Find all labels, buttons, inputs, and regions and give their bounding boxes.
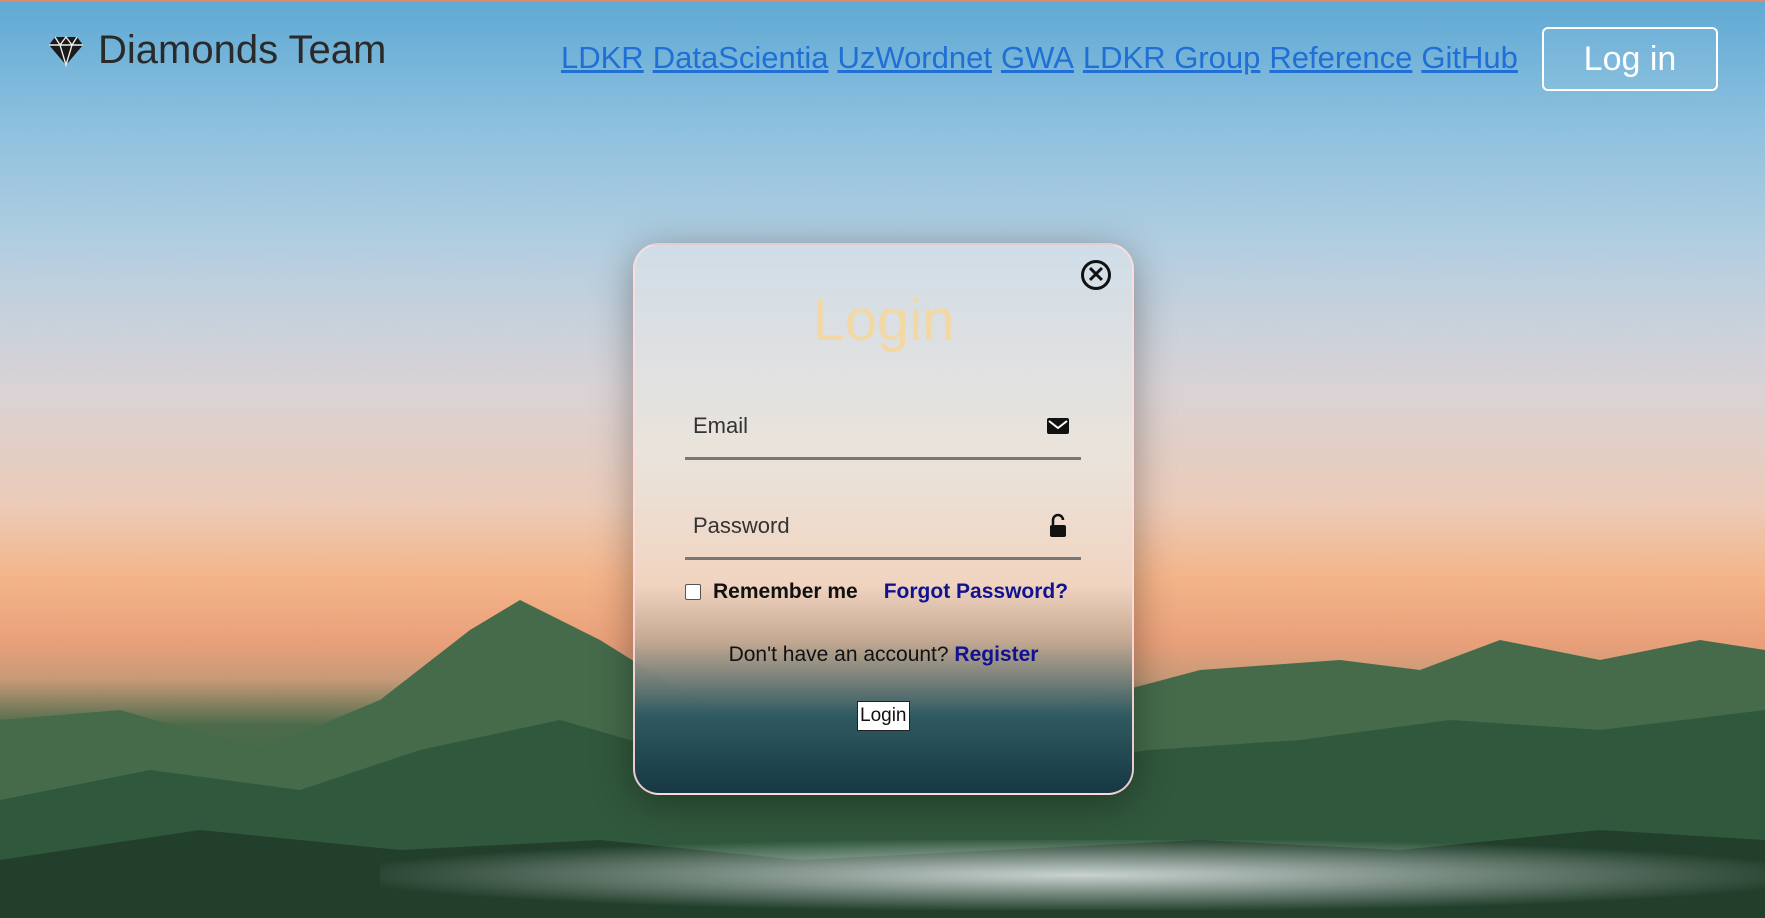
modal-title: Login <box>812 288 955 353</box>
envelope-icon <box>1047 418 1069 434</box>
close-icon[interactable]: ✕ <box>1081 260 1111 290</box>
brand[interactable]: Diamonds Team <box>48 28 386 73</box>
login-modal: ✕ Login Remember me Forgot Password? Don… <box>633 243 1134 795</box>
password-field-wrapper <box>685 501 1081 560</box>
remember-label: Remember me <box>713 580 858 603</box>
nav-link-gwa[interactable]: GWA <box>1001 40 1074 76</box>
lock-icon <box>1050 513 1066 537</box>
remember-checkbox[interactable] <box>685 584 701 600</box>
email-field-wrapper <box>685 401 1081 460</box>
top-nav: LDKR DataScientia UzWordnet GWA LDKR Gro… <box>561 40 1518 76</box>
register-prompt: Don't have an account? <box>728 643 949 666</box>
diamond-icon <box>49 35 83 67</box>
nav-link-github[interactable]: GitHub <box>1421 40 1517 76</box>
remember-row: Remember me Forgot Password? <box>685 580 1085 604</box>
header-login-button[interactable]: Log in <box>1542 27 1718 91</box>
login-submit-button[interactable]: Login <box>857 701 910 731</box>
forgot-password-link[interactable]: Forgot Password? <box>884 580 1068 604</box>
nav-link-reference[interactable]: Reference <box>1269 40 1412 76</box>
email-field[interactable] <box>691 407 1025 445</box>
nav-link-datascientia[interactable]: DataScientia <box>653 40 829 76</box>
nav-link-ldkr-group[interactable]: LDKR Group <box>1083 40 1260 76</box>
nav-link-ldkr[interactable]: LDKR <box>561 40 644 76</box>
register-row: Don't have an account? Register <box>635 643 1132 667</box>
password-field[interactable] <box>691 507 1025 545</box>
top-border <box>0 0 1765 2</box>
nav-link-uzwordnet[interactable]: UzWordnet <box>837 40 992 76</box>
brand-name: Diamonds Team <box>98 28 387 72</box>
mist-overlay <box>380 840 1765 910</box>
register-link[interactable]: Register <box>954 643 1038 666</box>
